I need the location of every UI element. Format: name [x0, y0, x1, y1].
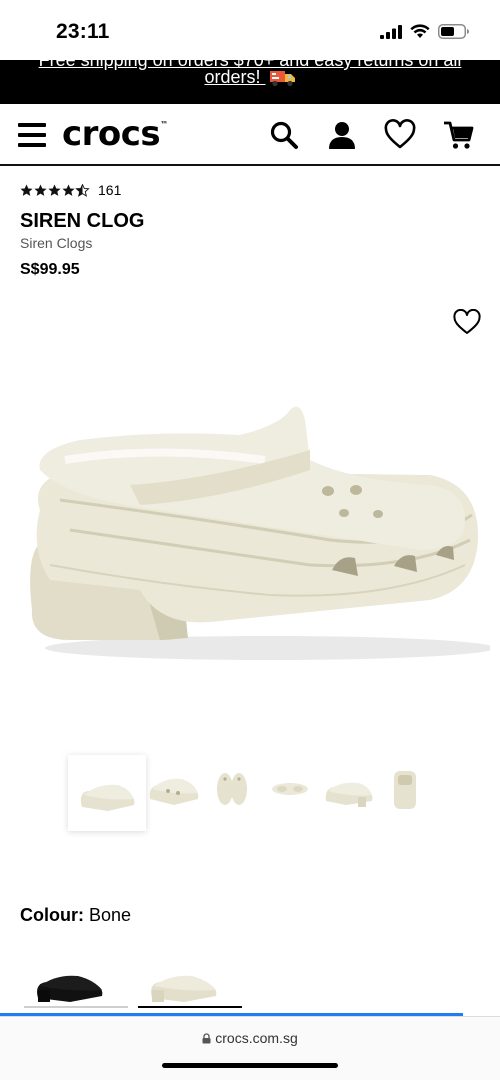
thumbnail-angle-view[interactable] — [146, 757, 202, 821]
logo-text[interactable]: crocs — [62, 114, 161, 154]
product-main-image[interactable] — [10, 390, 490, 680]
url-text[interactable]: crocs.com.sg — [215, 1030, 297, 1046]
colour-selection-label: Colour: Bone — [20, 905, 131, 926]
star-rating-icon — [20, 183, 90, 196]
cart-icon[interactable] — [442, 119, 474, 151]
product-subtitle: Siren Clogs — [20, 235, 93, 251]
thumbnail-sole-view[interactable] — [262, 757, 318, 821]
colour-swatch-bone[interactable] — [138, 958, 242, 1008]
menu-icon[interactable] — [18, 123, 46, 149]
promo-text-line-2-label[interactable]: orders! — [204, 67, 260, 87]
thumbnail-side-view[interactable] — [68, 755, 146, 831]
browser-url-bar[interactable]: crocs.com.sg — [0, 1017, 500, 1080]
black-clog-image — [37, 975, 103, 1002]
product-rating[interactable]: 161 — [20, 182, 121, 198]
status-time: 23:11 — [56, 20, 110, 43]
thumbnail-back-view[interactable] — [378, 757, 434, 821]
account-icon[interactable] — [326, 119, 358, 151]
promo-text-line-2[interactable]: orders! — [0, 67, 500, 88]
thumbnail-other-side-view[interactable] — [320, 757, 376, 821]
signal-icon — [380, 24, 402, 39]
colour-swatch-black[interactable] — [24, 958, 128, 1008]
wifi-icon — [410, 24, 430, 38]
status-icons — [380, 24, 470, 39]
promo-banner[interactable]: Free shipping on orders $70+ and easy re… — [0, 60, 500, 104]
product-price: S$99.95 — [20, 261, 80, 278]
delivery-truck-icon — [269, 71, 295, 87]
colour-value: Bone — [89, 905, 132, 925]
home-indicator — [162, 1063, 338, 1068]
bone-clog-image — [151, 975, 217, 1002]
thumbnail-top-view[interactable] — [204, 757, 260, 821]
battery-icon — [438, 24, 469, 39]
lock-icon — [202, 1033, 211, 1044]
search-icon[interactable] — [268, 119, 300, 151]
url-display[interactable]: crocs.com.sg — [0, 1030, 500, 1046]
swatch-underline — [24, 1006, 128, 1008]
wishlist-heart-icon[interactable] — [453, 309, 481, 335]
thumbnail-strip — [68, 757, 436, 833]
product-title: SIREN CLOG — [20, 210, 145, 232]
colour-label: Colour: — [20, 905, 84, 925]
status-bar: 23:11 — [0, 0, 500, 60]
crocs-logo[interactable]: crocs™ — [62, 114, 168, 154]
swatch-selected-underline — [138, 1006, 242, 1008]
site-header: crocs™ — [0, 104, 500, 166]
trademark-mark: ™ — [160, 120, 168, 129]
heart-icon[interactable] — [384, 119, 416, 151]
rating-count[interactable]: 161 — [98, 182, 121, 198]
